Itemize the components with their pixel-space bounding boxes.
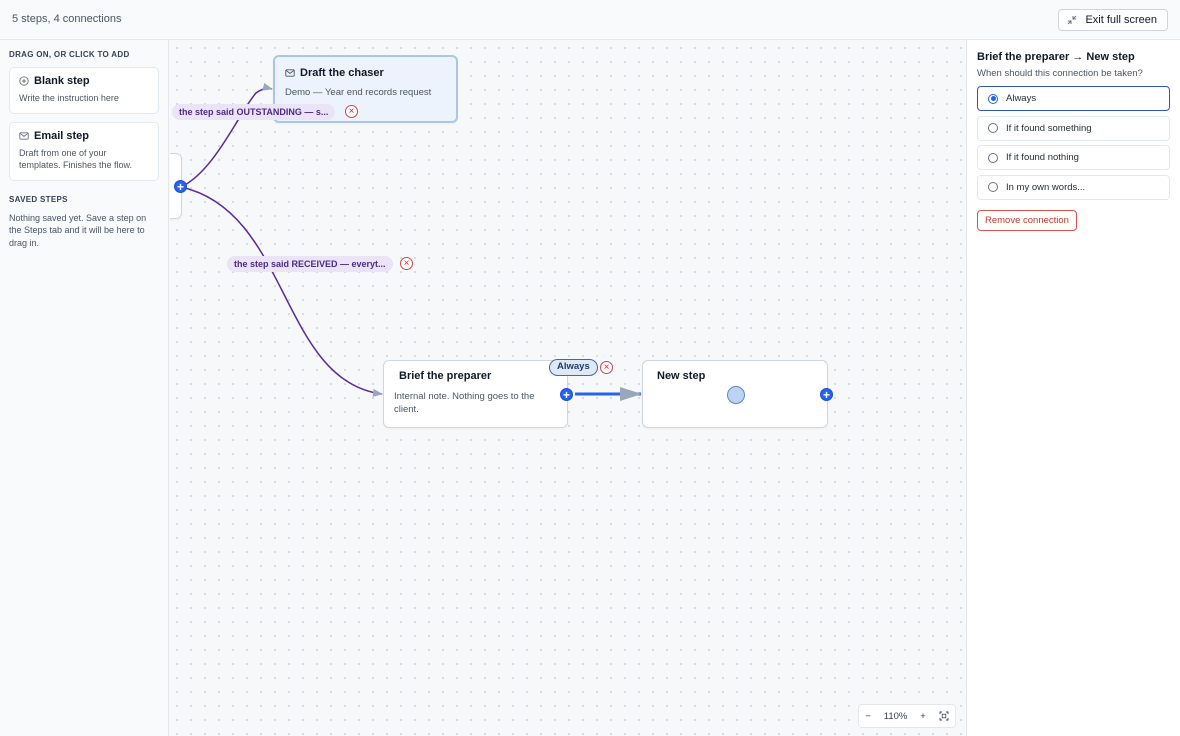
connection-received[interactable] — [180, 186, 383, 397]
step-palette: DRAG ON, OR CLICK TO ADD Blank step Writ… — [0, 40, 169, 736]
option-label: If it found nothing — [1006, 152, 1079, 163]
remove-connection-always-button[interactable]: × — [600, 361, 613, 374]
connection-target-handle[interactable] — [727, 386, 745, 404]
flow-summary: 5 steps, 4 connections — [12, 13, 122, 25]
email-step-card[interactable]: Email step Draft from one of your templa… — [9, 121, 159, 181]
step-title: Draft the chaser — [300, 67, 384, 79]
add-connection-button[interactable]: + — [820, 388, 833, 401]
exit-full-screen-button[interactable]: Exit full screen — [1058, 9, 1168, 31]
remove-connection-received-button[interactable]: × — [400, 257, 413, 270]
edge-label-outstanding[interactable]: the step said OUTSTANDING — s... — [172, 104, 336, 120]
connection-inspector: Brief the preparer → New step When shoul… — [966, 40, 1180, 736]
option-label: In my own words... — [1006, 181, 1086, 193]
option-label: If it found something — [1006, 122, 1092, 134]
radio-button[interactable] — [988, 182, 998, 192]
option-if-found-nothing[interactable]: If it found nothing — [977, 145, 1170, 170]
radio-button[interactable] — [988, 123, 998, 133]
blank-step-card[interactable]: Blank step Write the instruction here — [9, 67, 159, 114]
remove-connection-outstanding-button[interactable]: × — [345, 105, 358, 118]
plus-circle-icon — [19, 76, 29, 86]
edge-label-received[interactable]: the step said RECEIVED — everyt... — [227, 256, 393, 272]
radio-button[interactable] — [988, 152, 998, 163]
step-node-brief-the-preparer[interactable]: Brief the preparer Internal note. Nothin… — [383, 360, 568, 428]
step-description: Demo — Year end records request — [285, 87, 432, 98]
step-title: New step — [657, 370, 706, 382]
exit-full-screen-label: Exit full screen — [1085, 14, 1157, 26]
add-connection-button[interactable]: + — [560, 388, 573, 401]
add-connection-button[interactable]: + — [174, 180, 187, 193]
option-always[interactable]: Always — [977, 86, 1170, 111]
palette-title: DRAG ON, OR CLICK TO ADD — [9, 50, 130, 59]
radio-button[interactable] — [988, 93, 998, 104]
option-if-found-something[interactable]: If it found something — [977, 115, 1170, 141]
remove-connection-button[interactable]: Remove connection — [977, 210, 1077, 231]
top-bar: 5 steps, 4 connections Exit full screen — [0, 0, 1180, 40]
zoom-controls: − 110% + — [858, 704, 956, 728]
zoom-level: 110% — [883, 710, 908, 722]
saved-steps-empty-text: Nothing saved yet. Save a step on the St… — [9, 212, 147, 248]
step-title: Brief the preparer — [399, 370, 492, 382]
option-in-my-own-words[interactable]: In my own words... — [977, 174, 1170, 200]
blank-step-title: Blank step — [34, 75, 90, 87]
inspector-title: Brief the preparer → New step — [977, 51, 1135, 63]
email-step-title: Email step — [34, 129, 90, 142]
fit-view-icon[interactable] — [939, 711, 949, 721]
minimize-icon — [1068, 15, 1077, 25]
step-node-new-step[interactable]: New step — [642, 360, 828, 428]
flow-canvas[interactable]: Draft the chaser Demo — Year end records… — [170, 41, 966, 736]
option-label: Always — [1006, 93, 1037, 104]
mail-icon — [19, 131, 29, 140]
zoom-in-button[interactable]: + — [920, 711, 926, 722]
email-step-description: Draft from one of your templates. Finish… — [19, 147, 133, 171]
blank-step-description: Write the instruction here — [19, 93, 119, 103]
saved-steps-title: SAVED STEPS — [9, 194, 68, 204]
step-description: Internal note. Nothing goes to the clien… — [394, 391, 535, 415]
inspector-question: When should this connection be taken? — [977, 68, 1143, 79]
edge-label-always[interactable]: Always — [549, 359, 598, 376]
mail-icon — [285, 69, 295, 77]
zoom-out-button[interactable]: − — [865, 711, 871, 722]
